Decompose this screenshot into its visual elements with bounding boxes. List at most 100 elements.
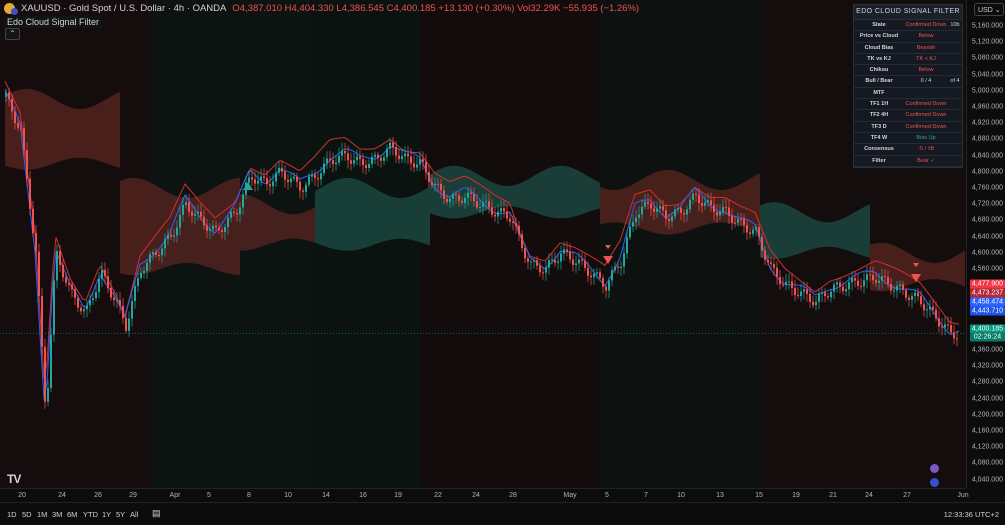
candle-body — [656, 208, 658, 212]
time-axis[interactable]: 20 24 26 29 Apr 5 8 10 14 16 19 22 24 28 May 5 7 10 13 15 19… — [0, 488, 969, 503]
price-tick: 4,200.000 — [971, 411, 1003, 419]
candle-body — [647, 201, 649, 204]
ohlc-values: O4,387.010 H4,404.330 L4,386.545 C4,400.… — [232, 3, 640, 14]
timeframe-5d[interactable]: 5D — [22, 510, 32, 519]
candle-body — [770, 262, 772, 265]
candle-body — [893, 290, 895, 292]
panel-row-value: 0 / 4 — [920, 78, 932, 85]
candle-body — [542, 272, 544, 274]
candle-body — [368, 163, 370, 169]
flag-icon[interactable] — [930, 478, 939, 487]
price-tick: 4,680.000 — [971, 216, 1003, 224]
candle-body — [395, 147, 397, 156]
indicator-name[interactable]: Edo Cloud Signal Filter — [4, 16, 103, 28]
candle-body — [740, 218, 742, 220]
candle-body — [737, 218, 739, 223]
candle-body — [407, 153, 409, 157]
candle-body — [611, 270, 613, 281]
currency-select[interactable]: USD ⌄ — [974, 3, 1004, 16]
timeframe-all[interactable]: All — [130, 510, 138, 519]
candle-body — [452, 194, 454, 199]
timeframe-1d[interactable]: 1D — [7, 510, 17, 519]
panel-row-extra — [948, 31, 962, 41]
candle-body — [539, 265, 541, 273]
ichimoku-cloud — [760, 202, 870, 259]
timeframe-1y[interactable]: 1Y — [102, 510, 111, 519]
candle-body — [566, 249, 568, 252]
candle-body — [623, 253, 625, 267]
time-tick: 16 — [359, 492, 367, 499]
candle-body — [350, 160, 352, 164]
candle-body — [668, 218, 670, 222]
price-tick: 4,240.000 — [971, 395, 1003, 403]
timeframe-ytd[interactable]: YTD — [83, 510, 98, 519]
candle-body — [161, 248, 163, 256]
symbol-title[interactable]: XAUUSD · Gold Spot / U.S. Dollar · 4h · … — [21, 3, 226, 14]
timeframe-5y[interactable]: 5Y — [116, 510, 125, 519]
panel-row-label: TF2 4H — [869, 112, 889, 119]
chart-area[interactable]: XAUUSD · Gold Spot / U.S. Dollar · 4h · … — [0, 0, 966, 488]
candle-body — [287, 179, 289, 183]
timeframe-1m[interactable]: 1M — [37, 510, 47, 519]
calendar-range-icon[interactable]: ▤ — [152, 508, 161, 519]
candle-body — [308, 176, 310, 185]
candle-body — [782, 284, 784, 286]
price-tick: 4,040.000 — [971, 476, 1003, 484]
candle-body — [422, 159, 424, 162]
candle-body — [950, 324, 952, 333]
candle-body — [578, 259, 580, 264]
candle-body — [269, 184, 271, 187]
price-plot[interactable] — [0, 0, 966, 488]
candle-body — [68, 282, 70, 285]
candle-body — [515, 223, 517, 226]
time-tick: May — [563, 492, 577, 499]
candle-body — [329, 158, 331, 161]
candle-body — [53, 280, 55, 335]
panel-row-cloud-bias: Cloud Bias Bearish — [854, 43, 962, 54]
candle-body — [608, 280, 610, 291]
candle-body — [818, 293, 820, 302]
candle-body — [176, 227, 178, 236]
price-axis[interactable]: USD ⌄ 5,160.000 5,120.000 5,080.000 5,040.0… — [966, 0, 1005, 488]
candle-body — [326, 158, 328, 164]
candle-body — [824, 292, 826, 297]
alert-icon[interactable] — [930, 464, 939, 473]
candle-body — [5, 92, 7, 97]
candle-body — [254, 179, 256, 184]
panel-row-value: Bias Up — [916, 134, 936, 141]
panel-row-label: Price vs Cloud — [859, 33, 899, 40]
candle-body — [869, 274, 871, 276]
candle-body — [701, 203, 703, 206]
candle-body — [299, 181, 301, 191]
price-tick: 4,800.000 — [971, 168, 1003, 176]
ichimoku-cloud — [600, 169, 760, 235]
candle-body — [101, 269, 103, 279]
candle-body — [728, 207, 730, 216]
candle-body — [605, 286, 607, 291]
price-tick: 4,640.000 — [971, 233, 1003, 241]
timeframe-3m[interactable]: 3M — [52, 510, 62, 519]
price-tag: 4,443.710 — [970, 306, 1005, 316]
candle-body — [671, 216, 673, 222]
price-tick: 4,760.000 — [971, 184, 1003, 192]
candle-body — [896, 285, 898, 291]
timeframe-6m[interactable]: 6M — [67, 510, 77, 519]
candle-body — [365, 165, 367, 169]
ichimoku-cloud — [870, 242, 965, 292]
candle-body — [797, 295, 799, 297]
candle-body — [842, 286, 844, 292]
chevron-up-icon[interactable]: ⌃ — [5, 28, 20, 40]
candle-body — [293, 176, 295, 179]
candle-body — [173, 235, 175, 237]
tradingview-logo[interactable]: TV — [7, 472, 21, 486]
time-tick: 8 — [247, 492, 251, 499]
candle-body — [722, 206, 724, 212]
candle-body — [197, 211, 199, 214]
panel-row-value: TK < KJ — [916, 55, 936, 62]
candle-body — [698, 194, 700, 204]
candle-body — [332, 160, 334, 165]
candle-body — [590, 275, 592, 278]
candle-body — [695, 193, 697, 195]
candle-body — [359, 156, 361, 159]
utc-clock[interactable]: 12:33:36 UTC+2 — [944, 510, 999, 519]
